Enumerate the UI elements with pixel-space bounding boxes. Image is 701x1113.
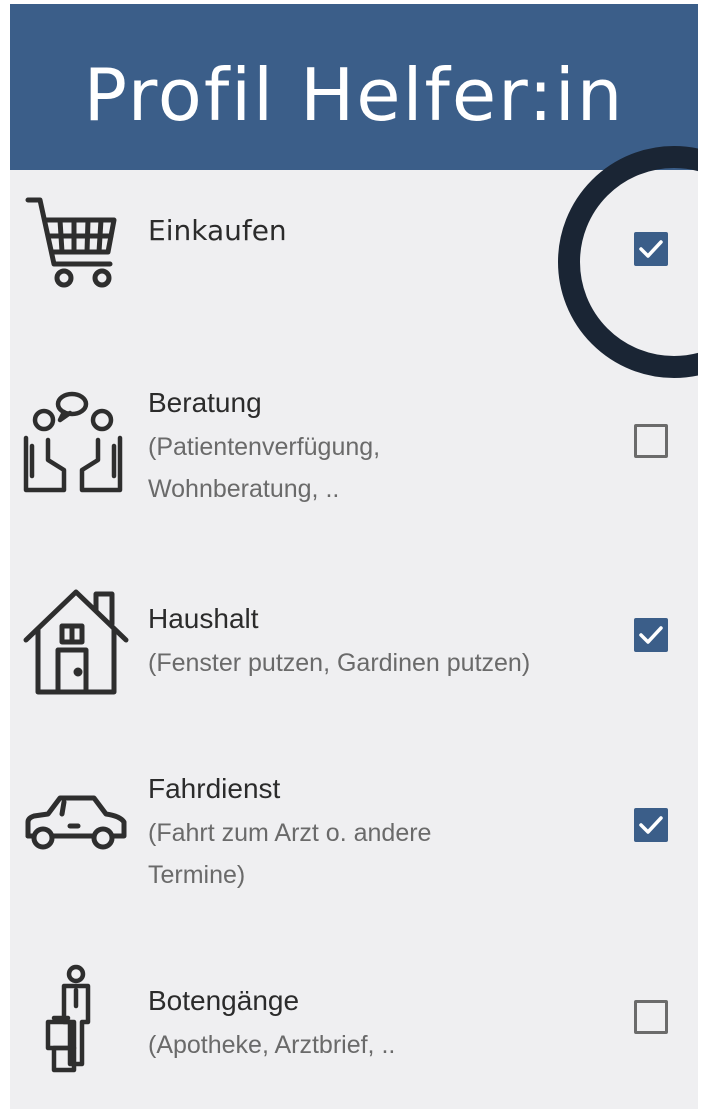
service-item-fahrdienst: Fahrdienst (Fahrt zum Arzt o. andere Ter… [10, 768, 698, 948]
service-description: (Apotheke, Arztbrief, .. [148, 1031, 396, 1059]
service-label: Einkaufen [148, 214, 287, 247]
checkmark-icon [639, 816, 663, 834]
consultation-icon [18, 386, 128, 496]
page-title: Profil Helfer:in [83, 53, 625, 137]
car-icon [20, 790, 130, 854]
service-item-beratung: Beratung (Patientenverfügung, Wohnberatu… [10, 374, 698, 554]
service-description: (Fahrt zum Arzt o. andere Termine) [148, 819, 432, 889]
service-description: (Patientenverfügung, Wohnberatung, .. [148, 433, 381, 503]
header-bar: Profil Helfer:in [10, 4, 698, 170]
service-item-botengaenge: Botengänge (Apotheke, Arztbrief, .. [10, 954, 698, 1109]
shopping-cart-icon [24, 194, 124, 294]
app-screen: Profil Helfer:in Einkaufen Beratung (Pat… [10, 4, 698, 1109]
service-label: Fahrdienst [148, 773, 281, 804]
botengaenge-checkbox[interactable] [634, 1000, 668, 1034]
courier-icon [40, 964, 110, 1076]
service-label: Haushalt [148, 603, 259, 634]
service-label: Botengänge [148, 985, 300, 1016]
checkmark-icon [639, 626, 663, 644]
service-description: (Fenster putzen, Gardinen putzen) [148, 649, 531, 677]
service-label: Beratung [148, 387, 262, 418]
house-icon [22, 586, 130, 698]
fahrdienst-checkbox[interactable] [634, 808, 668, 842]
haushalt-checkbox[interactable] [634, 618, 668, 652]
beratung-checkbox[interactable] [634, 424, 668, 458]
service-item-haushalt: Haushalt (Fenster putzen, Gardinen putze… [10, 586, 698, 766]
